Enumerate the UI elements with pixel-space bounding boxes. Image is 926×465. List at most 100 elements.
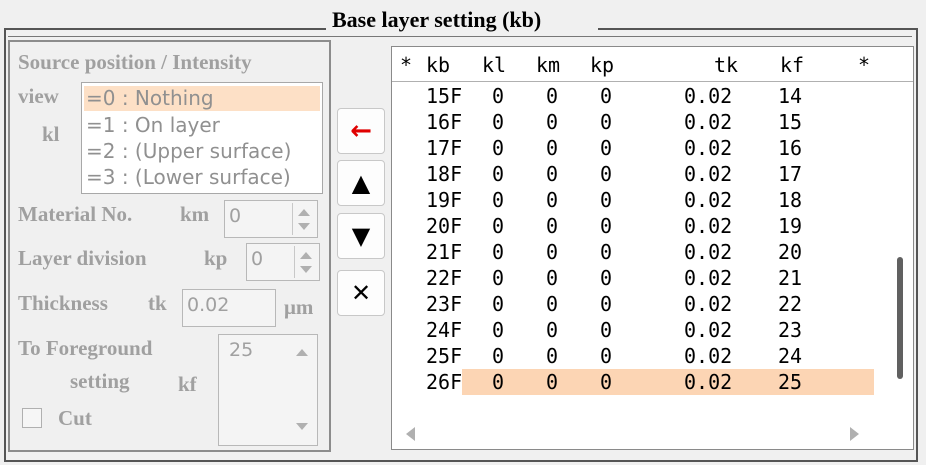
col-kb[interactable]: kb (426, 53, 450, 77)
cell-tk: 0.02 (684, 292, 733, 316)
kp-spinner[interactable]: 0 (246, 243, 320, 281)
cell-km: 0 (546, 136, 559, 160)
tk-field[interactable]: 0.02 (182, 289, 276, 327)
col-kp[interactable]: kp (590, 53, 614, 77)
cell-tk: 0.02 (684, 370, 733, 394)
frame-top-left (4, 28, 326, 30)
col-kl[interactable]: kl (482, 53, 506, 77)
table-row[interactable]: 26F 0 0 0 0.02 25 (392, 369, 882, 395)
cell-km: 0 (546, 318, 559, 342)
km-up-icon[interactable] (298, 209, 310, 216)
layer-table[interactable]: * kb kl km kp tk kf * 15F 0 0 0 0.02 14 16F 0 0 0… (391, 46, 914, 450)
close-icon: ✕ (350, 279, 372, 307)
table-row[interactable]: 18F 0 0 0 0.02 17 (392, 161, 882, 187)
cell-kb: 23F (426, 292, 463, 316)
foreground-label-1: To Foreground (18, 336, 153, 360)
kl-listbox[interactable]: =0 : Nothing =1 : On layer =2 : (Upper s… (81, 82, 323, 194)
table-row[interactable]: 17F 0 0 0 0.02 16 (392, 135, 882, 161)
cell-kb: 15F (426, 84, 463, 108)
move-up-button[interactable]: ▲ (337, 160, 385, 206)
col-tk[interactable]: tk (714, 53, 738, 77)
cell-kl: 0 (492, 162, 505, 186)
left-arrow-icon: ← (350, 116, 372, 146)
table-row[interactable]: 22F 0 0 0 0.02 21 (392, 265, 882, 291)
km-spinner[interactable]: 0 (224, 200, 318, 238)
km-spin-buttons[interactable] (292, 203, 315, 235)
kf-listbox[interactable]: 25 (218, 334, 318, 446)
cell-kl: 0 (492, 110, 505, 134)
tk-label: tk (148, 291, 167, 315)
cell-kb: 16F (426, 110, 463, 134)
kf-scroll-down-icon[interactable] (296, 423, 308, 430)
cell-kl: 0 (492, 370, 505, 394)
cell-kp: 0 (600, 162, 613, 186)
cell-kb: 19F (426, 188, 463, 212)
cell-tk: 0.02 (684, 110, 733, 134)
kf-scroll-up-icon[interactable] (296, 349, 308, 356)
cell-kl: 0 (492, 344, 505, 368)
kl-label: kl (42, 122, 60, 146)
kf-scrollbar[interactable] (289, 337, 315, 443)
scroll-left-icon[interactable] (406, 427, 415, 441)
row-selection-highlight (462, 369, 874, 395)
cell-kf: 14 (778, 84, 803, 108)
kl-option-0[interactable]: =0 : Nothing (86, 86, 214, 110)
kl-option-1[interactable]: =1 : On layer (86, 113, 220, 137)
cell-kf: 19 (778, 214, 803, 238)
thickness-label: Thickness (18, 291, 108, 315)
table-row[interactable]: 23F 0 0 0 0.02 22 (392, 291, 882, 317)
triangle-up-icon: ▲ (351, 169, 371, 197)
material-label: Material No. (18, 202, 133, 226)
table-row[interactable]: 19F 0 0 0 0.02 18 (392, 187, 882, 213)
cell-kb: 25F (426, 344, 463, 368)
kp-up-icon[interactable] (300, 252, 312, 259)
scroll-right-icon[interactable] (850, 427, 859, 441)
delete-button[interactable]: ✕ (337, 270, 385, 316)
cut-checkbox[interactable] (22, 408, 42, 428)
group-title: Base layer setting (kb) (332, 7, 542, 32)
cell-tk: 0.02 (684, 162, 733, 186)
cell-tk: 0.02 (684, 84, 733, 108)
cell-km: 0 (546, 240, 559, 264)
table-row[interactable]: 24F 0 0 0 0.02 23 (392, 317, 882, 343)
kl-option-3[interactable]: =3 : (Lower surface) (86, 165, 291, 189)
vertical-scroll-thumb[interactable] (897, 257, 903, 379)
cell-kf: 18 (778, 188, 803, 212)
cell-km: 0 (546, 370, 559, 394)
cell-kb: 24F (426, 318, 463, 342)
cell-kp: 0 (600, 110, 613, 134)
table-row[interactable]: 20F 0 0 0 0.02 19 (392, 213, 882, 239)
col-kf[interactable]: kf (780, 53, 804, 77)
cell-km: 0 (546, 266, 559, 290)
table-row[interactable]: 15F 0 0 0 0.02 14 (392, 83, 882, 109)
layer-division-label: Layer division (18, 246, 147, 270)
kp-down-icon[interactable] (300, 266, 312, 273)
col-km[interactable]: km (536, 53, 560, 77)
cell-kl: 0 (492, 136, 505, 160)
cell-kp: 0 (600, 136, 613, 160)
table-row[interactable]: 25F 0 0 0 0.02 24 (392, 343, 882, 369)
cell-tk: 0.02 (684, 344, 733, 368)
tk-value: 0.02 (187, 294, 230, 316)
cell-kf: 16 (778, 136, 803, 160)
cell-km: 0 (546, 344, 559, 368)
kl-option-2[interactable]: =2 : (Upper surface) (86, 139, 291, 163)
move-down-button[interactable]: ▼ (337, 213, 385, 259)
cell-tk: 0.02 (684, 240, 733, 264)
table-row[interactable]: 21F 0 0 0 0.02 20 (392, 239, 882, 265)
cell-km: 0 (546, 162, 559, 186)
cell-kp: 0 (600, 188, 613, 212)
insert-button[interactable]: ← (337, 108, 385, 154)
horizontal-scrollbar[interactable] (392, 419, 913, 449)
view-label: view (18, 84, 59, 108)
col-star-left: * (400, 53, 413, 77)
cell-kb: 26F (426, 370, 463, 394)
cell-kp: 0 (600, 318, 613, 342)
km-down-icon[interactable] (298, 223, 310, 230)
table-header: * kb kl km kp tk kf * (392, 51, 913, 82)
col-star-right: * (858, 53, 871, 77)
table-row[interactable]: 16F 0 0 0 0.02 15 (392, 109, 882, 135)
cell-kl: 0 (492, 214, 505, 238)
vertical-scrollbar[interactable] (891, 83, 909, 413)
kp-spin-buttons[interactable] (294, 246, 317, 278)
